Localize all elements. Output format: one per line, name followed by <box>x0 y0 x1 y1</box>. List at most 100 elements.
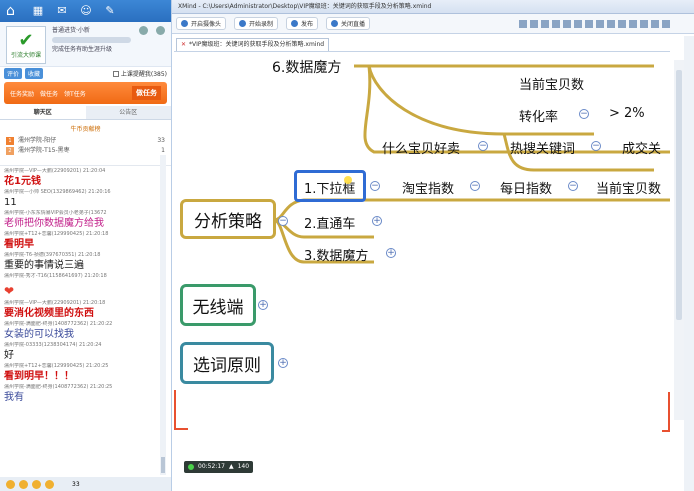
publish-button[interactable]: 发布 <box>286 17 319 30</box>
camera-icon <box>181 20 188 27</box>
collapse-icon[interactable]: − <box>478 141 488 151</box>
task-do[interactable]: 做任务 <box>40 89 58 98</box>
tab-notice[interactable]: 公告区 <box>85 106 171 119</box>
chat-text: 老师把你数据魔方给我 <box>4 218 104 229</box>
collapse-icon[interactable]: − <box>370 181 380 191</box>
settings-icon[interactable] <box>156 26 165 35</box>
collapse-icon[interactable]: − <box>591 141 601 151</box>
user-icon[interactable]: ☺ <box>80 5 92 17</box>
tool-icon[interactable] <box>585 19 593 28</box>
node-what-sells[interactable]: 什么宝贝好卖 <box>382 138 460 157</box>
node-analysis-strategy[interactable]: 分析策略 <box>180 199 276 239</box>
canvas-scrollbar[interactable] <box>674 60 684 420</box>
tool-icon[interactable] <box>651 19 659 28</box>
node-keyword-rules[interactable]: 选词原则 <box>180 342 274 384</box>
node-data-cube-2[interactable]: 3.数据魔方 <box>304 245 368 264</box>
chat-tabs: 聊天区 公告区 <box>0 106 171 120</box>
profile-card: ✔ 引流大师课 普通进货·小新 完成任务有助生涯升级 <box>0 22 171 67</box>
node-gt-2[interactable]: > 2% <box>609 106 645 121</box>
node-deal[interactable]: 成交关 <box>622 138 661 157</box>
chat-text: 重要的事情说三遍 <box>4 260 84 271</box>
chat-meta: 濡州学院-03333(1238304174) 21:20:24 <box>4 342 102 348</box>
expand-icon[interactable]: + <box>386 248 396 258</box>
tool-icon[interactable] <box>563 19 571 28</box>
node-current-count-2[interactable]: 当前宝贝数 <box>596 178 661 197</box>
task-claim[interactable]: 领T任务 <box>64 89 86 98</box>
tool-icon[interactable] <box>618 19 626 28</box>
tab-chat[interactable]: 聊天区 <box>0 106 86 119</box>
like-icon[interactable] <box>45 479 54 489</box>
expand-icon[interactable]: + <box>258 300 268 310</box>
chat-scrollbar[interactable] <box>160 155 166 475</box>
gift-icon[interactable] <box>19 479 28 489</box>
chat-list: 濡州学院—VIP—大鹏(22909201) 21:20:04 花1元钱 濡州学院—小… <box>0 166 171 464</box>
tool-icon[interactable] <box>640 19 648 28</box>
chat-message: 濡州学院-满面肥-终身(1408772362) 21:20:25 我有 <box>4 384 167 404</box>
node-taobao-index[interactable]: 淘宝指数 <box>402 178 454 197</box>
tool-icon[interactable] <box>607 19 615 28</box>
tool-icon[interactable] <box>541 19 549 28</box>
mindmap-canvas[interactable]: 6.数据魔方 当前宝贝数 转化率 − > 2% 什么宝贝好卖 − 热搜关键词 −… <box>174 51 670 481</box>
record-icon <box>239 20 247 27</box>
rate-button[interactable]: 评价 <box>4 68 23 79</box>
document-tab[interactable]: ✕ *VIP魔级班：关键词的获取手段及分析策略.xmind <box>176 38 330 51</box>
viewer-count: 140 <box>237 463 250 470</box>
scroll-thumb[interactable] <box>161 457 165 473</box>
home-icon[interactable]: ⌂ <box>6 3 22 19</box>
node-current-count[interactable]: 当前宝贝数 <box>519 74 584 93</box>
chat-text: 要消化视频里的东西 <box>4 308 94 319</box>
task-bar[interactable]: 任务奖励 做任务 领T任务 做任务 <box>4 82 167 104</box>
node-through-train[interactable]: 2.直通车 <box>304 213 355 232</box>
favorite-button[interactable]: 收藏 <box>25 68 44 79</box>
tool-icon[interactable] <box>530 19 538 28</box>
mindmap-connectors <box>273 64 670 264</box>
live-panel: ⌂ ▦ ✉ ☺ ✎ ✔ 引流大师课 普通进货·小新 完成任务有助生涯升级 评价 … <box>0 0 172 491</box>
chat-meta: 濡州学院-小东东情暴VIP会员小老弟子(13672 <box>4 210 107 216</box>
node-wireless[interactable]: 无线端 <box>180 284 256 326</box>
tool-icon[interactable] <box>552 19 560 28</box>
emoji-icon[interactable] <box>6 479 15 489</box>
expand-icon[interactable]: + <box>372 216 382 226</box>
cursor-highlight <box>344 176 352 184</box>
tool-icon[interactable] <box>629 19 637 28</box>
remind-checkbox[interactable]: 上课提醒我(385) <box>112 69 167 78</box>
canvas-scroll-thumb[interactable] <box>676 70 682 320</box>
do-task-button[interactable]: 做任务 <box>132 86 161 100</box>
task-reward[interactable]: 任务奖励 <box>10 89 34 98</box>
chat-text: 我有 <box>4 392 24 403</box>
tool-icon[interactable] <box>519 19 527 28</box>
mail-icon[interactable]: ✉ <box>56 5 68 17</box>
side-panel-strip <box>684 36 694 491</box>
node-conversion[interactable]: 转化率 <box>519 106 558 125</box>
collapse-icon[interactable]: − <box>278 216 288 226</box>
collapse-icon[interactable]: − <box>579 109 589 119</box>
badge-icon[interactable] <box>139 26 148 35</box>
grid-icon[interactable]: ▦ <box>32 5 44 17</box>
tool-icon[interactable] <box>574 19 582 28</box>
chat-meta: 濡州学院+T12+恋馨(129990425) 21:20:25 <box>4 363 109 369</box>
live-time: 00:52:17 <box>198 463 225 470</box>
node-daily-index[interactable]: 每日指数 <box>500 178 552 197</box>
expand-icon[interactable]: + <box>278 358 288 368</box>
chat-message: 濡州学院+T12+恋馨(129990425) 21:20:25 看到明早！！！ <box>4 363 167 383</box>
profile-info: 普通进货·小新 完成任务有助生涯升级 <box>52 26 131 62</box>
stop-live-button[interactable]: 关闭直播 <box>326 17 371 30</box>
chat-input-bar: 33 <box>0 477 171 491</box>
chat-text: 女装的可以找我 <box>4 329 74 340</box>
chat-meta: 濡州学院—小帅 SEO(1329869462) 21:20:16 <box>4 189 111 195</box>
chat-message: 濡州学院-03333(1238304174) 21:20:24 好 <box>4 342 167 362</box>
record-button[interactable]: 开始录制 <box>234 17 279 30</box>
tool-icon[interactable] <box>596 19 604 28</box>
collapse-icon[interactable]: − <box>470 181 480 191</box>
node-data-cube[interactable]: 6.数据魔方 <box>272 57 341 77</box>
chat-message: 濡州学院-秀才-T16(1158641697) 21:20:18 ❤ <box>4 273 167 299</box>
tool-icon[interactable] <box>662 19 670 28</box>
collapse-icon[interactable]: − <box>568 181 578 191</box>
camera-button[interactable]: 开启摄像头 <box>176 17 227 30</box>
flower-icon[interactable] <box>32 479 41 489</box>
chat-message: 濡州学院+T12+恋馨(129990425) 21:20:18 看明早 <box>4 231 167 251</box>
message-icon[interactable]: ✎ <box>104 5 116 17</box>
node-hot-keywords[interactable]: 热搜关键词 <box>510 138 575 157</box>
checkbox-icon[interactable] <box>112 70 119 77</box>
gift-count: 33 <box>72 480 80 488</box>
